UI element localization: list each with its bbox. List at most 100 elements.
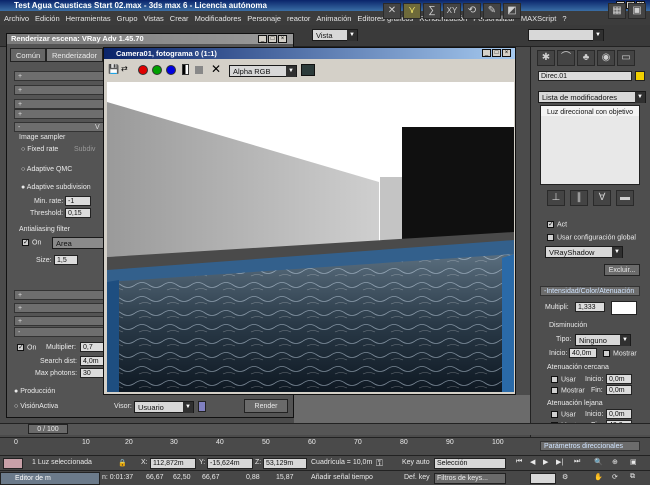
- menu-item-herramientas[interactable]: Herramientas: [66, 14, 111, 23]
- tab-renderizador[interactable]: Renderizador: [46, 48, 104, 62]
- fixed-rate-option[interactable]: ○ Fixed rate: [21, 146, 58, 153]
- clone-window-icon[interactable]: ⇄: [121, 64, 128, 73]
- menu-item-modificadores[interactable]: Modificadores: [195, 14, 242, 23]
- selection-mode-dropdown[interactable]: Selección: [434, 458, 506, 469]
- directional-params-rollout[interactable]: Parámetros direccionales: [540, 441, 640, 451]
- maximize-viewport-icon[interactable]: ⧉: [630, 473, 635, 481]
- zoom-icon[interactable]: 🔍: [594, 458, 603, 466]
- taskbar-material-editor[interactable]: Editor de m: [0, 472, 100, 485]
- menu-item-archivo[interactable]: Archivo: [4, 14, 29, 23]
- add-time-tag[interactable]: Añadir señal tiempo: [311, 474, 373, 481]
- unlink-icon[interactable]: ✎: [483, 3, 501, 19]
- modifier-list-dropdown[interactable]: Lista de modificadores ▼: [538, 91, 646, 103]
- rollout-collapsed[interactable]: +: [14, 316, 106, 326]
- minimize-icon[interactable]: _: [482, 49, 491, 57]
- stack-item-light[interactable]: Luz direccional con objetivo: [541, 106, 639, 116]
- menu-item-vistas[interactable]: Vistas: [144, 14, 164, 23]
- maximize-icon[interactable]: □: [492, 49, 501, 57]
- object-color-swatch[interactable]: [635, 71, 645, 81]
- x-coord-field[interactable]: 112,872m: [150, 458, 196, 469]
- align-icon[interactable]: ◩: [503, 3, 521, 19]
- y-coord-field[interactable]: -15,624m: [207, 458, 253, 469]
- blue-channel-icon[interactable]: [166, 65, 176, 75]
- alpha-channel-icon[interactable]: [182, 64, 189, 75]
- named-selection-dropdown[interactable]: ▼: [528, 29, 604, 41]
- mirror-icon[interactable]: ✕: [383, 3, 401, 19]
- close-icon[interactable]: ×: [278, 35, 287, 43]
- show-end-result-icon[interactable]: ∥: [570, 190, 588, 206]
- maximize-icon[interactable]: □: [268, 35, 277, 43]
- next-frame-icon[interactable]: ▶|: [556, 458, 563, 466]
- decay-show-row[interactable]: Mostrar: [603, 350, 637, 357]
- global-settings-row[interactable]: Usar configuración global: [547, 234, 636, 241]
- production-option[interactable]: ● Producción: [14, 388, 55, 395]
- near-start-field[interactable]: 0,0m: [606, 374, 632, 384]
- rollout-expanded[interactable]: -: [14, 327, 106, 337]
- make-unique-icon[interactable]: ∀: [593, 190, 611, 206]
- menu-item-help[interactable]: ?: [562, 14, 566, 23]
- pin-stack-icon[interactable]: ⊥: [547, 190, 565, 206]
- zoom-extents-icon[interactable]: ▣: [630, 458, 637, 466]
- aa-on-row[interactable]: On: [22, 239, 41, 246]
- material-editor-icon[interactable]: ▦: [608, 3, 626, 19]
- caustics-multiplier-field[interactable]: 0,7: [80, 342, 104, 352]
- decay-show-checkbox[interactable]: [603, 350, 610, 357]
- remove-modifier-icon[interactable]: ▬: [616, 190, 634, 206]
- menu-item-crear[interactable]: Crear: [170, 14, 189, 23]
- threshold-field[interactable]: 0,15: [65, 208, 91, 218]
- near-end-field[interactable]: 0,0m: [606, 385, 632, 395]
- render-button[interactable]: Render: [244, 399, 288, 413]
- adaptive-subdivision-option[interactable]: ● Adaptive subdivision: [21, 184, 91, 191]
- adaptive-qmc-option[interactable]: ○ Adaptive QMC: [21, 166, 72, 173]
- key-filters-button[interactable]: Filtros de keys...: [434, 473, 506, 484]
- multiplier-field[interactable]: 1,333: [575, 302, 605, 312]
- lock-viewport-icon[interactable]: [198, 401, 206, 412]
- close-icon[interactable]: ×: [502, 49, 511, 57]
- menu-item-reactor[interactable]: reactor: [287, 14, 310, 23]
- rollout-collapsed[interactable]: +: [14, 71, 106, 81]
- red-channel-icon[interactable]: [138, 65, 148, 75]
- shadow-type-dropdown[interactable]: VRayShadow ▼: [545, 246, 623, 258]
- z-coord-field[interactable]: 53,129m: [263, 458, 307, 469]
- clear-icon[interactable]: ✕: [211, 62, 221, 76]
- act-checkbox[interactable]: [547, 221, 554, 228]
- reference-coord-dropdown[interactable]: Vista ▼: [312, 29, 358, 41]
- rollout-collapsed[interactable]: +: [14, 99, 106, 109]
- auto-key-button[interactable]: Key auto: [402, 459, 430, 466]
- min-rate-field[interactable]: -1: [65, 196, 91, 206]
- rollout-collapsed[interactable]: +: [14, 85, 106, 95]
- menu-item-maxscript[interactable]: MAXScript: [521, 14, 556, 23]
- near-use-row[interactable]: Usar: [551, 376, 576, 383]
- channel-dropdown[interactable]: Alpha RGB ▼: [229, 65, 297, 77]
- set-key-button[interactable]: Def. key: [404, 474, 430, 481]
- menu-item-animacion[interactable]: Animación: [316, 14, 351, 23]
- active-shade-option[interactable]: ○ VisiónActiva: [14, 403, 58, 410]
- tab-comun[interactable]: Común: [10, 48, 47, 62]
- key-icon[interactable]: ⚿: [376, 458, 383, 469]
- axis-constraint-icon[interactable]: ∑: [423, 3, 441, 19]
- render-scene-icon[interactable]: ▣: [628, 3, 646, 19]
- object-name-field[interactable]: Direc.01: [538, 71, 632, 81]
- caustics-on-checkbox[interactable]: [17, 344, 24, 351]
- time-config-icon[interactable]: ⚙: [562, 473, 568, 481]
- rollout-collapsed[interactable]: +: [14, 303, 106, 313]
- zoom-all-icon[interactable]: ⊕: [612, 458, 618, 466]
- orbit-icon[interactable]: ⟳: [612, 473, 618, 481]
- decay-type-dropdown[interactable]: Ninguno ▼: [575, 334, 631, 346]
- menu-item-personaje[interactable]: Personaje: [247, 14, 281, 23]
- caustics-on-row[interactable]: On: [17, 344, 36, 351]
- hierarchy-tab-icon[interactable]: ♣: [577, 50, 595, 66]
- intensity-rollout[interactable]: -Intensidad/Color/Atenuación: [540, 286, 640, 296]
- save-bitmap-icon[interactable]: 💾: [108, 64, 119, 75]
- rollout-collapsed[interactable]: +: [14, 109, 106, 119]
- go-start-icon[interactable]: ⏮: [516, 458, 522, 466]
- global-settings-checkbox[interactable]: [547, 234, 554, 241]
- display-tab-icon[interactable]: ▭: [617, 50, 635, 66]
- exclude-button[interactable]: Excluir...: [604, 264, 640, 276]
- monochrome-icon[interactable]: [195, 66, 203, 74]
- far-use-checkbox[interactable]: [551, 411, 558, 418]
- light-color-swatch[interactable]: [611, 301, 637, 315]
- menu-item-grupo[interactable]: Grupo: [117, 14, 138, 23]
- near-show-row[interactable]: Mostrar: [551, 387, 585, 394]
- search-dist-field[interactable]: 4,0m: [80, 356, 104, 366]
